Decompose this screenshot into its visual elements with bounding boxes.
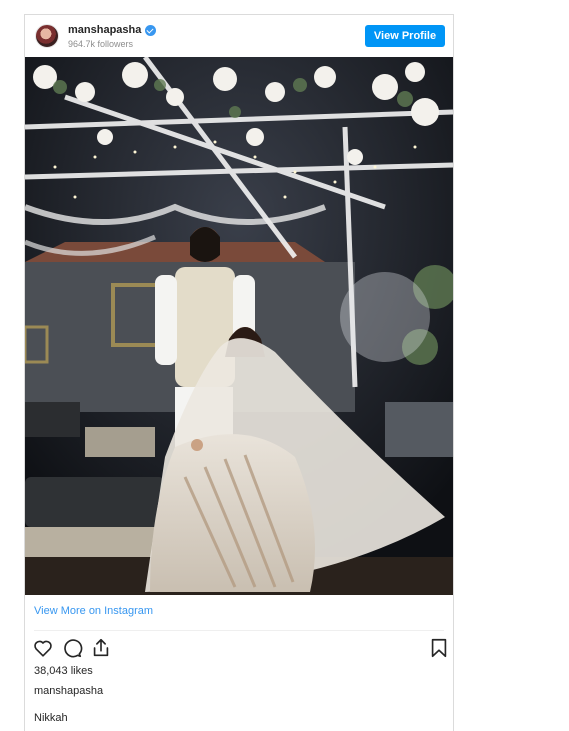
- divider: [34, 630, 444, 631]
- post-header: manshapasha 964.7k followers View Profil…: [25, 15, 453, 57]
- bookmark-icon[interactable]: [428, 637, 450, 659]
- comment-icon[interactable]: [61, 637, 83, 659]
- avatar[interactable]: [35, 24, 59, 48]
- instagram-embed: manshapasha 964.7k followers View Profil…: [24, 14, 454, 731]
- share-icon[interactable]: [90, 637, 112, 659]
- caption-text: Nikkah: [34, 712, 68, 724]
- wedding-photo-image: [25, 57, 453, 595]
- heart-icon[interactable]: [32, 637, 54, 659]
- caption-username[interactable]: manshapasha: [34, 685, 103, 697]
- view-profile-button[interactable]: View Profile: [365, 25, 445, 47]
- verified-icon: [145, 24, 157, 36]
- post-photo[interactable]: [25, 57, 453, 595]
- username-row: manshapasha: [68, 24, 157, 36]
- follower-count: 964.7k followers: [68, 39, 134, 49]
- action-bar: [32, 637, 448, 659]
- username-link[interactable]: manshapasha: [68, 24, 141, 36]
- like-count[interactable]: 38,043 likes: [34, 665, 93, 677]
- view-more-link[interactable]: View More on Instagram: [34, 605, 153, 617]
